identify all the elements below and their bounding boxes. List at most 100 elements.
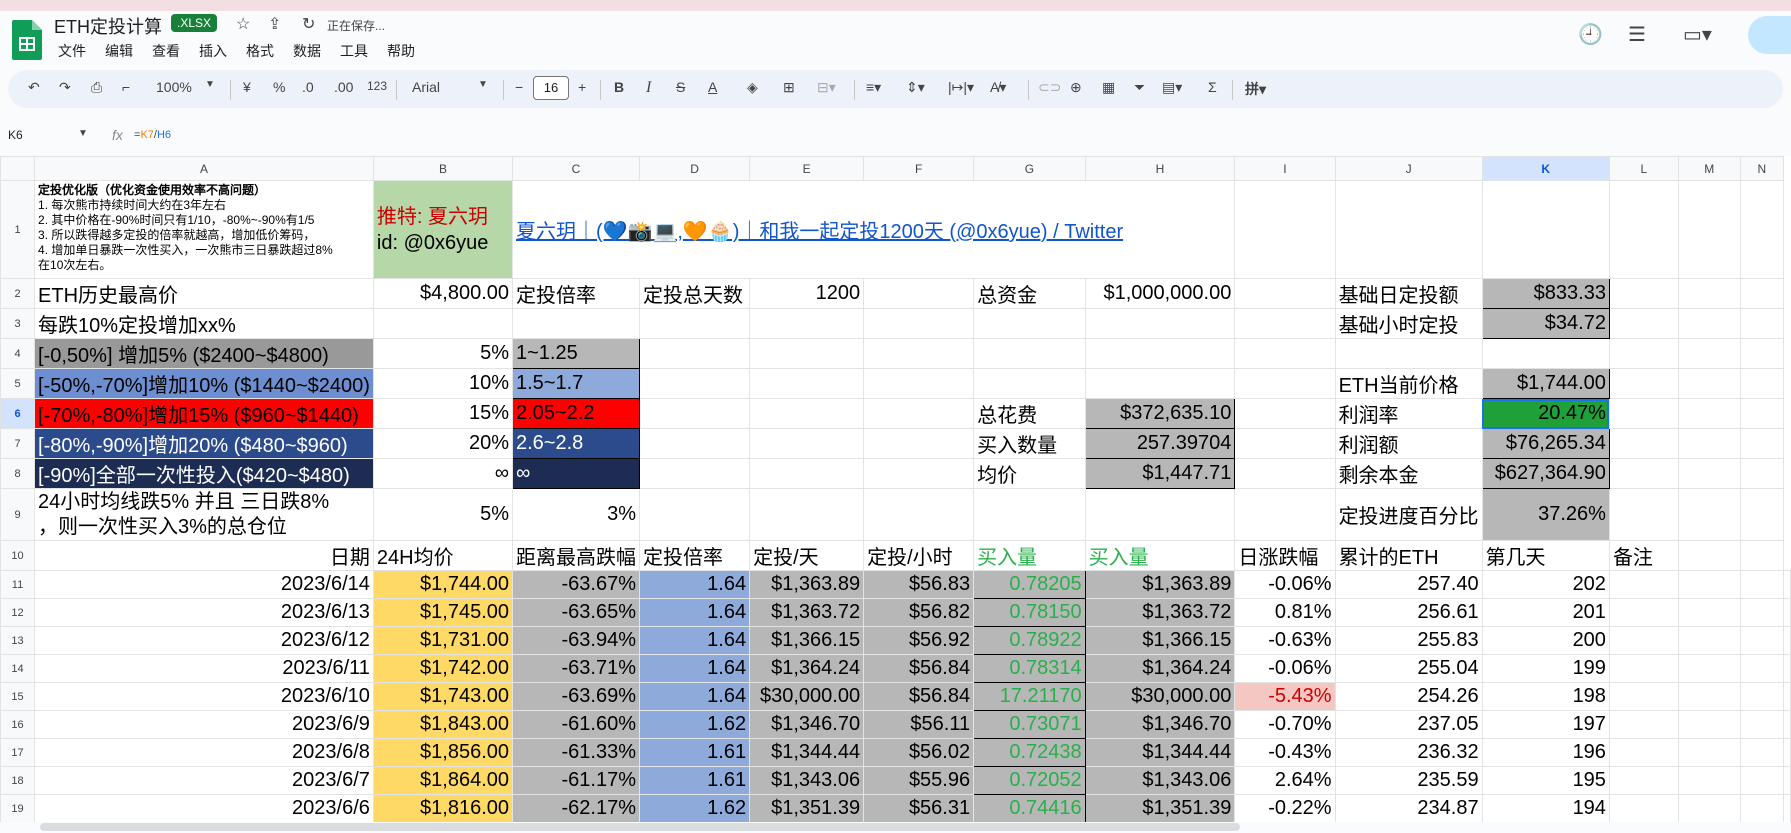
cell[interactable] <box>749 338 865 369</box>
cell[interactable] <box>1739 710 1785 739</box>
column-header-f[interactable]: F <box>863 156 975 181</box>
currency-format[interactable]: ¥ <box>243 79 251 95</box>
font-select[interactable]: Arial <box>412 79 440 95</box>
cell[interactable] <box>1739 766 1785 795</box>
cell[interactable] <box>1783 738 1791 767</box>
column-header-m[interactable]: M <box>1677 156 1741 181</box>
cell-daily-change[interactable]: -0.43% <box>1234 738 1336 767</box>
functions-icon[interactable]: Σ <box>1208 79 1217 95</box>
wrap-icon[interactable]: |↦|▾ <box>948 79 974 96</box>
cell[interactable] <box>1677 180 1741 279</box>
row-header[interactable]: 10 <box>0 540 36 571</box>
cell-multiplier[interactable]: 1.64 <box>638 626 751 655</box>
cell[interactable] <box>1783 654 1791 683</box>
cell-multiplier[interactable]: 1.64 <box>638 598 751 627</box>
cell[interactable] <box>749 368 865 399</box>
increase-decimal[interactable]: .00 <box>334 79 353 95</box>
undo-icon[interactable]: ↶ <box>28 79 40 96</box>
row-header[interactable]: 18 <box>0 766 36 795</box>
column-header-d[interactable]: D <box>638 156 751 181</box>
cell-d2[interactable]: 定投总天数 <box>638 278 751 309</box>
menu-insert[interactable]: 插入 <box>199 41 227 61</box>
cell-buy-amount[interactable]: $1,344.44 <box>1084 738 1236 767</box>
cell-date[interactable]: 2023/6/6 <box>34 794 374 822</box>
cell[interactable] <box>1608 180 1679 279</box>
twitter-link[interactable]: 夏六玥｜(💙📸💻,🧡🧁)｜和我一起定投1200天 (@0x6yue) / Twi… <box>516 221 1123 243</box>
cell-g2[interactable]: 总资金 <box>973 278 1086 309</box>
cell[interactable] <box>1677 626 1741 655</box>
cell[interactable] <box>1608 766 1679 795</box>
cell[interactable] <box>1739 368 1785 399</box>
cell-k7[interactable]: $76,265.34 <box>1481 428 1610 459</box>
cell-drawdown[interactable]: -63.67% <box>512 570 640 599</box>
strikethrough-icon[interactable]: S <box>676 79 685 95</box>
cell-per-day[interactable]: $1,344.44 <box>749 738 865 767</box>
cell-b7[interactable]: 20% <box>372 428 514 459</box>
cell[interactable] <box>512 308 640 339</box>
cell-24h-avg[interactable]: $1,856.00 <box>372 738 514 767</box>
row-header[interactable]: 7 <box>0 428 36 459</box>
decrease-decimal[interactable]: .0 <box>302 79 314 95</box>
font-size-increase-icon[interactable]: + <box>578 79 586 95</box>
font-size-decrease-icon[interactable]: − <box>515 79 523 95</box>
cell-24h-avg[interactable]: $1,743.00 <box>372 682 514 711</box>
menu-format[interactable]: 格式 <box>246 41 274 61</box>
cell-j5[interactable]: ETH当前价格 <box>1334 368 1483 399</box>
header-day-number[interactable]: 第几天 <box>1481 540 1610 571</box>
insert-chart-icon[interactable]: ▦ <box>1102 79 1115 96</box>
cell[interactable] <box>749 428 865 459</box>
cell[interactable] <box>1739 308 1785 339</box>
cell-per-day[interactable]: $1,363.72 <box>749 598 865 627</box>
cell-h6[interactable]: $372,635.10 <box>1084 398 1236 429</box>
cell[interactable] <box>1739 654 1785 683</box>
cell[interactable] <box>1783 794 1791 822</box>
cell-c2[interactable]: 定投倍率 <box>512 278 640 309</box>
cell[interactable] <box>1677 308 1741 339</box>
cell-k9[interactable]: 37.26% <box>1481 488 1610 541</box>
cell[interactable] <box>1783 626 1791 655</box>
cell-per-hour[interactable]: $56.02 <box>863 738 975 767</box>
cell-per-day[interactable]: $1,364.24 <box>749 654 865 683</box>
cell[interactable] <box>749 488 865 541</box>
cell-daily-change[interactable]: -5.43% <box>1234 682 1336 711</box>
cell-per-hour[interactable]: $56.83 <box>863 570 975 599</box>
cell[interactable] <box>1739 794 1785 822</box>
column-header-a[interactable]: A <box>34 156 374 181</box>
cell-b4[interactable]: 5% <box>372 338 514 369</box>
cell-h7[interactable]: 257.39704 <box>1084 428 1236 459</box>
header-drawdown[interactable]: 距离最高跌幅 <box>512 540 640 571</box>
cell-daily-change[interactable]: 2.64% <box>1234 766 1336 795</box>
cell-b5[interactable]: 10% <box>372 368 514 399</box>
cell-g6[interactable]: 总花费 <box>973 398 1086 429</box>
cell[interactable] <box>1677 338 1741 369</box>
column-header-h[interactable]: H <box>1084 156 1236 181</box>
cell-g7[interactable]: 买入数量 <box>973 428 1086 459</box>
row-header[interactable]: 1 <box>0 180 36 279</box>
cell-buy-qty[interactable]: 17.21170 <box>973 682 1086 711</box>
cell-b8[interactable]: ∞ <box>372 458 514 489</box>
cell[interactable] <box>1234 338 1336 369</box>
cell-c8[interactable]: ∞ <box>512 458 640 489</box>
cell[interactable] <box>638 308 751 339</box>
cell[interactable] <box>1783 598 1791 627</box>
row-header[interactable]: 13 <box>0 626 36 655</box>
cell-drawdown[interactable]: -61.60% <box>512 710 640 739</box>
cell[interactable] <box>638 488 751 541</box>
cell-daily-change[interactable]: -0.06% <box>1234 654 1336 683</box>
cell-cumulative-eth[interactable]: 254.26 <box>1334 682 1483 711</box>
cell[interactable] <box>1608 738 1679 767</box>
cell-date[interactable]: 2023/6/12 <box>34 626 374 655</box>
menu-edit[interactable]: 编辑 <box>105 41 133 61</box>
row-header[interactable]: 16 <box>0 710 36 739</box>
font-chevron-icon[interactable]: ▼ <box>478 79 488 90</box>
cell-24h-avg[interactable]: $1,742.00 <box>372 654 514 683</box>
cell[interactable] <box>1677 570 1741 599</box>
cell-24h-avg[interactable]: $1,864.00 <box>372 766 514 795</box>
cell-multiplier[interactable]: 1.64 <box>638 682 751 711</box>
cell[interactable] <box>1783 766 1791 795</box>
filter-views-icon[interactable]: ▤▾ <box>1162 79 1182 96</box>
cell-24h-avg[interactable]: $1,744.00 <box>372 570 514 599</box>
row-header[interactable]: 8 <box>0 458 36 489</box>
cell[interactable] <box>1608 598 1679 627</box>
cell[interactable] <box>1739 540 1785 571</box>
